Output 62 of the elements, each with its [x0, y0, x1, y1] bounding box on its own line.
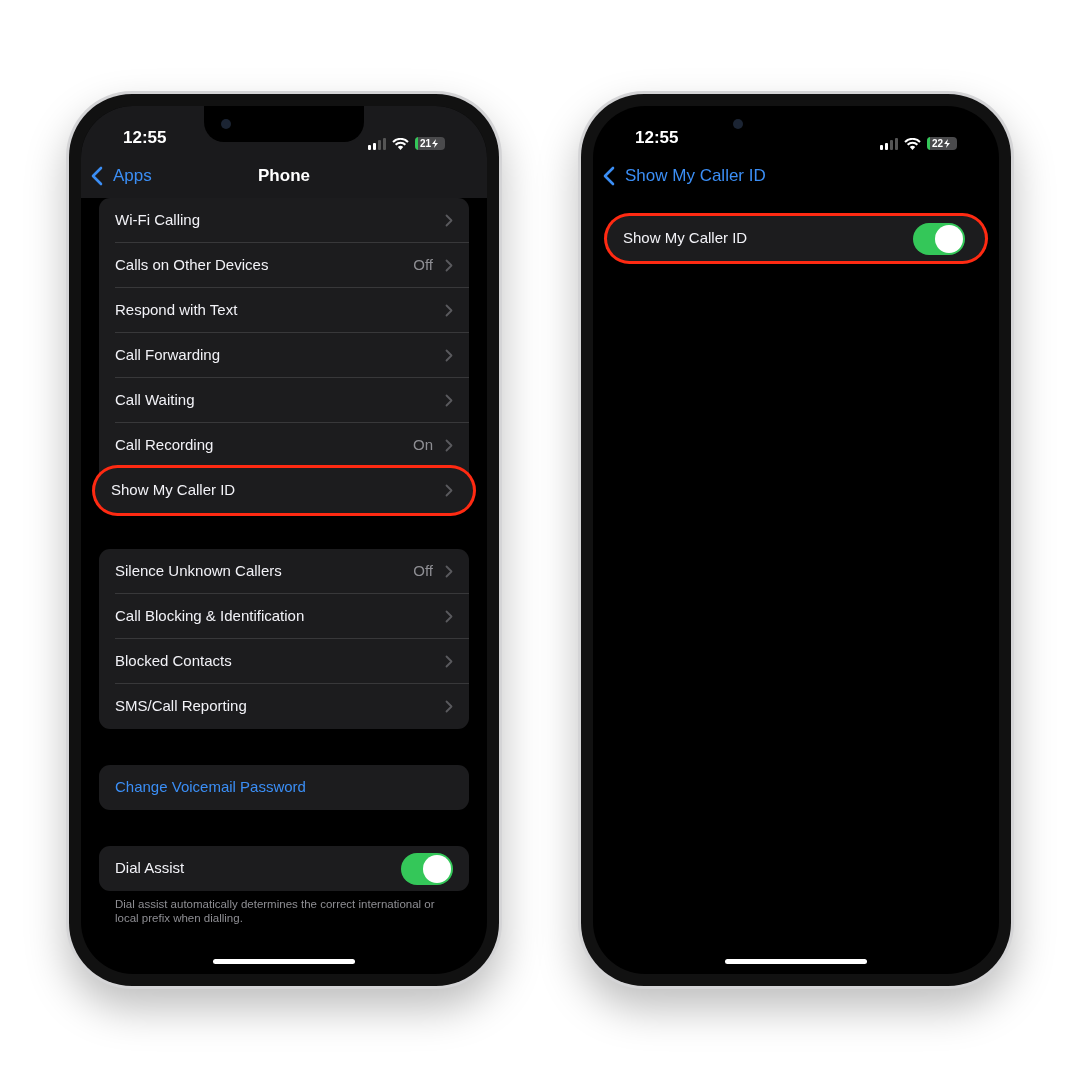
row-value: On: [413, 435, 433, 456]
row-label: Calls on Other Devices: [115, 254, 270, 275]
chevron-icon: [445, 213, 453, 227]
back-chevron-icon: [91, 166, 103, 186]
settings-row[interactable]: Wi-Fi Calling: [99, 198, 469, 243]
row-label: Show My Caller ID: [111, 480, 237, 501]
chevron-icon: [445, 439, 453, 452]
settings-row[interactable]: Call Recording On: [99, 423, 469, 468]
row-label: Call Recording: [115, 435, 215, 456]
chevron-icon: [445, 654, 453, 668]
settings-row[interactable]: SMS/Call Reporting: [99, 684, 469, 729]
settings-row[interactable]: Change Voicemail Password: [99, 765, 469, 810]
nav-title: Phone: [258, 165, 310, 188]
wifi-icon: [392, 137, 409, 150]
settings-row[interactable]: Respond with Text: [99, 288, 469, 333]
chevron-icon: [445, 484, 453, 497]
settings-row[interactable]: Blocked Contacts: [99, 639, 469, 684]
toggle-switch[interactable]: [913, 222, 965, 255]
wifi-icon: [904, 137, 921, 150]
row-label: Blocked Contacts: [115, 650, 233, 671]
settings-row[interactable]: Show My Caller ID: [95, 468, 473, 513]
battery-level: 22: [931, 138, 944, 149]
row-label: SMS/Call Reporting: [115, 696, 248, 717]
row-value: Off: [413, 560, 433, 581]
back-button[interactable]: Show My Caller ID: [603, 163, 766, 189]
row-label: Call Blocking & Identification: [115, 605, 306, 626]
settings-row[interactable]: Dial Assist: [99, 846, 469, 891]
chevron-icon: [445, 609, 453, 623]
settings-row[interactable]: Calls on Other Devices Off: [99, 243, 469, 288]
toggle-switch[interactable]: [401, 852, 453, 885]
settings-row[interactable]: Call Waiting: [99, 378, 469, 423]
signal-icon: [368, 137, 386, 150]
row-label: Show My Caller ID: [623, 228, 749, 249]
row-value: Off: [413, 254, 433, 275]
settings-row[interactable]: Silence Unknown Callers Off: [99, 549, 469, 594]
row-label: Silence Unknown Callers: [115, 560, 283, 581]
status-time: 12:55: [123, 126, 167, 149]
chevron-icon: [445, 393, 453, 407]
footer-note: Dial assist automatically determines the correct international or local prefix when dialling.: [114, 897, 436, 925]
chevron-icon: [445, 303, 453, 317]
row-label: Call Waiting: [115, 389, 196, 410]
settings-row[interactable]: Call Forwarding: [99, 333, 469, 378]
back-chevron-icon: [603, 166, 615, 186]
chevron-icon: [445, 564, 453, 578]
back-button[interactable]: Apps: [91, 163, 152, 189]
signal-icon: [880, 137, 898, 150]
camera-icon: [733, 119, 743, 129]
settings-row[interactable]: Call Blocking & Identification: [99, 594, 469, 639]
settings-row[interactable]: Show My Caller ID: [607, 216, 985, 261]
row-label: Call Forwarding: [115, 344, 222, 365]
battery-level: 21: [419, 138, 432, 149]
row-label: Respond with Text: [115, 299, 239, 320]
chevron-icon: [445, 258, 453, 272]
status-time: 12:55: [635, 126, 679, 149]
row-label: Wi-Fi Calling: [115, 209, 201, 230]
chevron-icon: [445, 700, 453, 713]
row-label: Dial Assist: [115, 858, 186, 879]
bolt-icon: [432, 139, 439, 148]
bolt-icon: [944, 139, 951, 148]
camera-icon: [221, 119, 231, 129]
chevron-icon: [445, 348, 453, 362]
row-label: Change Voicemail Password: [115, 777, 307, 798]
